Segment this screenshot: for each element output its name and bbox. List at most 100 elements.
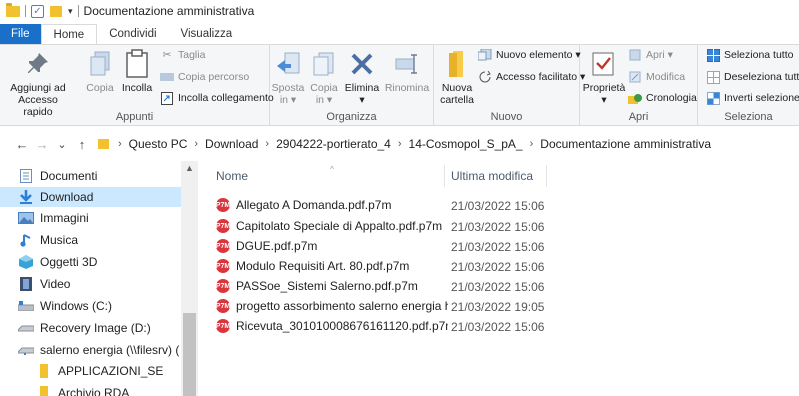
nav-item-label: Musica bbox=[40, 233, 79, 247]
new-item-label: Nuovo elemento ▾ bbox=[496, 49, 581, 61]
nav-item-windows-drive[interactable]: Windows (C:) bbox=[18, 296, 112, 316]
new-item-button[interactable]: Nuovo elemento ▾ bbox=[478, 49, 581, 61]
scroll-up-icon[interactable]: ▲ bbox=[181, 163, 198, 173]
copy-button[interactable]: Copia bbox=[84, 49, 116, 94]
breadcrumb-separator[interactable]: › bbox=[265, 138, 269, 150]
nav-item-label: Windows (C:) bbox=[40, 299, 113, 313]
quick-access-dropdown[interactable]: ▾ bbox=[68, 6, 73, 17]
nav-item-applicazioni[interactable]: APPLICAZIONI_SE bbox=[36, 361, 163, 381]
new-folder-button[interactable]: Nuova cartella bbox=[438, 49, 476, 106]
table-row[interactable]: P7M Modulo Requisiti Art. 80.pdf.p7m 21/0… bbox=[206, 257, 799, 277]
breadcrumb-separator[interactable]: › bbox=[194, 138, 198, 150]
move-to-label-line2: in ▾ bbox=[279, 94, 297, 106]
tab-home[interactable]: Home bbox=[40, 24, 98, 44]
table-row[interactable]: P7M Allegato A Domanda.pdf.p7m 21/03/2022… bbox=[206, 196, 799, 216]
delete-label-line1: Elimina bbox=[344, 82, 380, 94]
breadcrumb-cosmopol[interactable]: 14-Cosmopol_S_pA_ bbox=[409, 137, 523, 151]
tab-view[interactable]: Visualizza bbox=[169, 24, 245, 44]
new-folder-quick-icon[interactable] bbox=[50, 5, 62, 17]
p7m-file-icon: P7M bbox=[216, 299, 230, 313]
nav-item-music[interactable]: Musica bbox=[18, 230, 78, 250]
window-title: Documentazione amministrativa bbox=[83, 4, 255, 18]
nav-item-label: Download bbox=[40, 190, 94, 204]
nav-item-label: APPLICAZIONI_SE bbox=[58, 364, 164, 378]
column-header-name[interactable]: Nome ^ bbox=[216, 165, 334, 183]
breadcrumb[interactable]: › Questo PC › Download › 2904222-portier… bbox=[98, 137, 711, 151]
edit-icon bbox=[628, 71, 642, 83]
select-all-button[interactable]: Seleziona tutto bbox=[706, 48, 793, 62]
breadcrumb-download[interactable]: Download bbox=[205, 137, 258, 151]
copy-path-label: Copia percorso bbox=[178, 71, 250, 83]
move-to-button[interactable]: Sposta in ▾ bbox=[270, 49, 306, 106]
edit-button[interactable]: Modifica bbox=[628, 71, 685, 83]
tab-share[interactable]: Condividi bbox=[97, 24, 168, 44]
nav-item-3d-objects[interactable]: Oggetti 3D bbox=[18, 252, 97, 272]
scroll-thumb[interactable] bbox=[183, 313, 196, 396]
table-row[interactable]: P7M Ricevuta_301010008676161120.pdf.p7m 2… bbox=[206, 317, 799, 337]
folder-icon bbox=[98, 139, 109, 149]
forward-button[interactable]: → bbox=[32, 137, 52, 152]
breadcrumb-separator[interactable]: › bbox=[118, 138, 122, 150]
nav-item-video[interactable]: Video bbox=[18, 274, 70, 294]
copy-to-button[interactable]: Copia in ▾ bbox=[308, 49, 340, 106]
move-to-icon bbox=[273, 49, 303, 79]
easy-access-button[interactable]: Accesso facilitato ▾ bbox=[478, 71, 585, 83]
p7m-file-icon: P7M bbox=[216, 319, 230, 333]
paste-button[interactable]: Incolla bbox=[118, 49, 156, 94]
p7m-file-icon: P7M bbox=[216, 279, 230, 293]
breadcrumb-separator[interactable]: › bbox=[530, 138, 534, 150]
table-row[interactable]: P7M progetto assorbimento salerno energia… bbox=[206, 297, 799, 317]
breadcrumb-separator[interactable]: › bbox=[398, 138, 402, 150]
nav-item-recovery-drive[interactable]: Recovery Image (D:) bbox=[18, 318, 151, 338]
group-organize: Sposta in ▾ Copia in ▾ Elimina ▾ Rinomin… bbox=[270, 45, 434, 125]
open-button[interactable]: Apri ▾ bbox=[628, 49, 673, 61]
column-divider[interactable] bbox=[546, 165, 547, 187]
file-modified: 21/03/2022 15:06 bbox=[451, 260, 545, 274]
easy-access-label: Accesso facilitato ▾ bbox=[496, 71, 586, 83]
properties-quick-icon[interactable]: ✓ bbox=[31, 4, 44, 18]
delete-button[interactable]: Elimina ▾ bbox=[342, 49, 382, 106]
pin-quick-access-button[interactable]: Aggiungi ad Accesso rapido bbox=[8, 49, 68, 118]
table-row[interactable]: P7M PASSoe_Sistemi Salerno.pdf.p7m 21/03/… bbox=[206, 277, 799, 297]
nav-item-pictures[interactable]: Immagini bbox=[18, 208, 89, 228]
drive-icon bbox=[18, 299, 34, 313]
column-divider[interactable] bbox=[444, 165, 445, 187]
nav-item-archivio-rda[interactable]: Archivio RDA bbox=[36, 383, 129, 396]
nav-item-download[interactable]: Download bbox=[0, 187, 181, 207]
invert-selection-button[interactable]: Inverti selezione bbox=[706, 91, 799, 105]
easy-access-icon bbox=[478, 71, 492, 83]
recent-locations-button[interactable]: ⌄ bbox=[52, 138, 72, 151]
paste-icon bbox=[122, 49, 152, 79]
table-row[interactable]: P7M Capitolato Speciale di Appalto.pdf.p7… bbox=[206, 217, 799, 237]
invert-selection-icon bbox=[706, 91, 720, 105]
cut-label: Taglia bbox=[178, 49, 206, 61]
copy-to-label-line2: in ▾ bbox=[315, 94, 333, 106]
copy-path-button[interactable]: Copia percorso bbox=[160, 71, 249, 83]
up-button[interactable]: ↑ bbox=[72, 137, 92, 152]
copy-to-icon bbox=[309, 49, 339, 79]
navigation-pane: Documenti Download Immagini Musica Ogget… bbox=[0, 161, 198, 396]
history-button[interactable]: Cronologia bbox=[628, 92, 697, 104]
breadcrumb-this-pc[interactable]: Questo PC bbox=[129, 137, 188, 151]
rename-label: Rinomina bbox=[384, 82, 430, 94]
select-none-button[interactable]: Deseleziona tutto bbox=[706, 70, 799, 84]
nav-pane-scrollbar[interactable]: ▲ bbox=[181, 161, 198, 396]
back-button[interactable]: ← bbox=[12, 137, 32, 152]
paste-shortcut-button[interactable]: Incolla collegamento bbox=[160, 91, 274, 105]
cut-button[interactable]: ✂ Taglia bbox=[160, 49, 206, 61]
table-row[interactable]: P7M DGUE.pdf.p7m 21/03/2022 15:06 bbox=[206, 237, 799, 257]
group-clipboard: Aggiungi ad Accesso rapido Copia Incolla… bbox=[0, 45, 274, 125]
group-open: Proprietà ▾ Apri ▾ Modifica Cronologia A… bbox=[580, 45, 698, 125]
nav-item-documents[interactable]: Documenti bbox=[18, 166, 97, 186]
drive-icon bbox=[18, 321, 34, 335]
invert-selection-label: Inverti selezione bbox=[724, 92, 799, 104]
breadcrumb-current[interactable]: Documentazione amministrativa bbox=[540, 137, 711, 151]
pictures-icon bbox=[18, 211, 34, 225]
nav-item-network-drive[interactable]: salerno energia (\\filesrv) ( bbox=[18, 340, 179, 360]
breadcrumb-portierato[interactable]: 2904222-portierato_4 bbox=[276, 137, 391, 151]
tab-file[interactable]: File bbox=[0, 24, 41, 44]
file-modified: 21/03/2022 15:06 bbox=[451, 220, 545, 234]
rename-button[interactable]: Rinomina bbox=[384, 49, 430, 94]
properties-button[interactable]: Proprietà ▾ bbox=[582, 49, 626, 106]
column-header-modified[interactable]: Ultima modifica bbox=[451, 169, 533, 183]
